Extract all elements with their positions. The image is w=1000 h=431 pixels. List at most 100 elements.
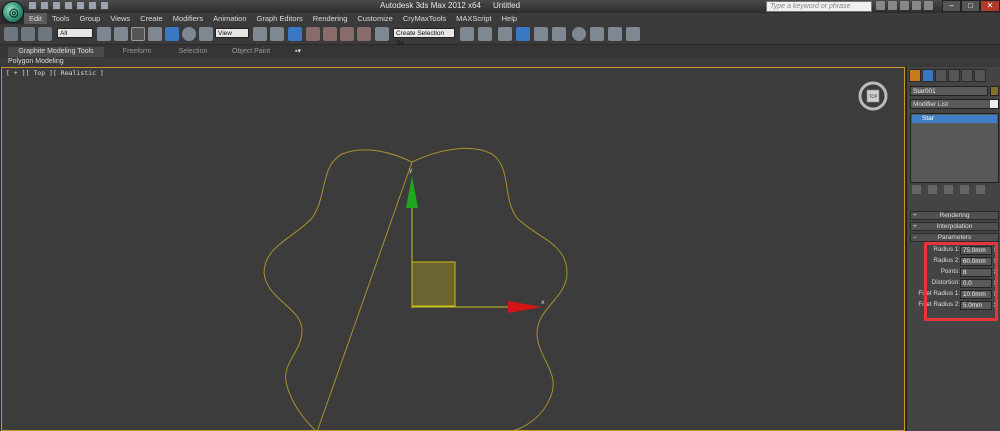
- snaps-toggle-icon[interactable]: [306, 27, 320, 41]
- application-button[interactable]: ◎: [2, 1, 24, 23]
- fillet-radius-2-field[interactable]: 5.0mm: [960, 301, 992, 310]
- menu-rendering[interactable]: Rendering: [308, 13, 353, 24]
- modify-tab-icon[interactable]: [922, 69, 934, 82]
- rollout-parameters[interactable]: – Parameters: [910, 233, 999, 242]
- select-and-move-icon[interactable]: [165, 27, 179, 41]
- viewport-top[interactable]: [ + ][ Top ][ Realistic ] y x TOP: [1, 67, 905, 431]
- menu-group[interactable]: Group: [74, 13, 105, 24]
- spinner-icon[interactable]: ▲ ▼: [993, 246, 998, 255]
- tab-object-paint[interactable]: Object Paint: [224, 47, 278, 57]
- move-gizmo-plane[interactable]: [411, 261, 456, 307]
- rendered-frame-window-icon[interactable]: [608, 27, 622, 41]
- menu-customize[interactable]: Customize: [352, 13, 397, 24]
- modifier-list-dropdown[interactable]: Modifier List: [910, 99, 999, 109]
- communication-center-icon[interactable]: [900, 1, 909, 10]
- keyboard-shortcut-override-icon[interactable]: [288, 27, 302, 41]
- rollout-interpolation[interactable]: + Interpolation: [910, 222, 999, 231]
- close-button[interactable]: ✕: [980, 0, 1000, 12]
- search-input[interactable]: Type a keyword or phrase: [766, 1, 872, 12]
- make-unique-icon[interactable]: [944, 185, 953, 194]
- new-file-icon[interactable]: [28, 1, 37, 10]
- radius-1-field[interactable]: 75.0mm: [960, 246, 992, 255]
- menu-edit[interactable]: Edit: [24, 13, 47, 24]
- spinner-icon[interactable]: ▲ ▼: [993, 279, 998, 288]
- graphite-toggle-icon[interactable]: [516, 27, 530, 41]
- spinner-icon[interactable]: ▲ ▼: [993, 301, 998, 310]
- motion-tab-icon[interactable]: [948, 69, 960, 82]
- ribbon-options-icon[interactable]: ▪▾: [290, 47, 306, 57]
- link-icon[interactable]: [4, 27, 18, 41]
- percent-snap-icon[interactable]: [340, 27, 354, 41]
- subscription-icon[interactable]: [888, 1, 897, 10]
- layer-manager-icon[interactable]: [498, 27, 512, 41]
- points-field[interactable]: 8: [960, 268, 992, 277]
- help-icon[interactable]: [924, 1, 933, 10]
- pivot-center-icon[interactable]: [253, 27, 267, 41]
- fillet-radius-1-field[interactable]: 10.0mm: [960, 290, 992, 299]
- pin-stack-icon[interactable]: [912, 185, 921, 194]
- viewcube-icon[interactable]: TOP: [857, 80, 889, 112]
- radius-2-field[interactable]: 60.0mm: [960, 257, 992, 266]
- mirror-icon[interactable]: [460, 27, 474, 41]
- quick-access-dropdown-icon[interactable]: [100, 1, 109, 10]
- reference-coordinate-dropdown[interactable]: View: [215, 28, 249, 38]
- menu-crymaxtools[interactable]: CryMaxTools: [398, 13, 451, 24]
- select-object-icon[interactable]: [97, 27, 111, 41]
- select-by-name-icon[interactable]: [114, 27, 128, 41]
- unlink-icon[interactable]: [21, 27, 35, 41]
- display-tab-icon[interactable]: [961, 69, 973, 82]
- edit-named-selection-icon[interactable]: [375, 27, 389, 41]
- render-production-icon[interactable]: [626, 27, 640, 41]
- menu-help[interactable]: Help: [497, 13, 522, 24]
- schematic-view-icon[interactable]: [552, 27, 566, 41]
- menu-create[interactable]: Create: [135, 13, 168, 24]
- selection-filter-dropdown[interactable]: All: [57, 28, 93, 38]
- menu-modifiers[interactable]: Modifiers: [168, 13, 208, 24]
- x-axis-arrow[interactable]: [508, 301, 542, 313]
- select-and-scale-icon[interactable]: [199, 27, 213, 41]
- menu-graph-editors[interactable]: Graph Editors: [252, 13, 308, 24]
- menu-views[interactable]: Views: [105, 13, 135, 24]
- bind-space-warp-icon[interactable]: [38, 27, 52, 41]
- window-crossing-icon[interactable]: [148, 27, 162, 41]
- minimize-button[interactable]: –: [942, 0, 961, 12]
- save-file-icon[interactable]: [52, 1, 61, 10]
- tab-freeform[interactable]: Freeform: [112, 47, 162, 57]
- render-setup-icon[interactable]: [590, 27, 604, 41]
- tab-selection[interactable]: Selection: [168, 47, 218, 57]
- distortion-field[interactable]: 0.0: [960, 279, 992, 288]
- y-axis-arrow[interactable]: [406, 176, 418, 208]
- open-file-icon[interactable]: [40, 1, 49, 10]
- curve-editor-icon[interactable]: [534, 27, 548, 41]
- spinner-icon[interactable]: ▲ ▼: [993, 290, 998, 299]
- align-icon[interactable]: [478, 27, 492, 41]
- spinner-icon[interactable]: ▲ ▼: [993, 257, 998, 266]
- spinner-icon[interactable]: ▲ ▼: [993, 268, 998, 277]
- object-name-field[interactable]: Star001: [910, 86, 988, 96]
- maximize-button[interactable]: □: [961, 0, 980, 12]
- redo-icon[interactable]: [76, 1, 85, 10]
- tab-graphite-modeling-tools[interactable]: Graphite Modeling Tools: [8, 47, 104, 57]
- material-editor-icon[interactable]: [572, 27, 586, 41]
- menu-maxscript[interactable]: MAXScript: [451, 13, 496, 24]
- named-selection-dropdown[interactable]: Create Selection Se: [393, 28, 455, 47]
- remove-modifier-icon[interactable]: [960, 185, 969, 194]
- angle-snap-icon[interactable]: [323, 27, 337, 41]
- select-and-manipulate-icon[interactable]: [270, 27, 284, 41]
- show-end-result-icon[interactable]: [928, 185, 937, 194]
- undo-icon[interactable]: [64, 1, 73, 10]
- search-icon[interactable]: [876, 1, 885, 10]
- configure-modifier-sets-icon[interactable]: [976, 185, 985, 194]
- favorites-icon[interactable]: [912, 1, 921, 10]
- rollout-rendering[interactable]: + Rendering: [910, 211, 999, 220]
- menu-animation[interactable]: Animation: [208, 13, 251, 24]
- create-tab-icon[interactable]: [909, 69, 921, 82]
- project-folder-icon[interactable]: [88, 1, 97, 10]
- spinner-snap-icon[interactable]: [357, 27, 371, 41]
- select-and-rotate-icon[interactable]: [182, 27, 196, 41]
- menu-tools[interactable]: Tools: [47, 13, 75, 24]
- hierarchy-tab-icon[interactable]: [935, 69, 947, 82]
- object-color-swatch[interactable]: [990, 86, 999, 96]
- utilities-tab-icon[interactable]: [974, 69, 986, 82]
- stack-item-star[interactable]: Star: [912, 115, 997, 123]
